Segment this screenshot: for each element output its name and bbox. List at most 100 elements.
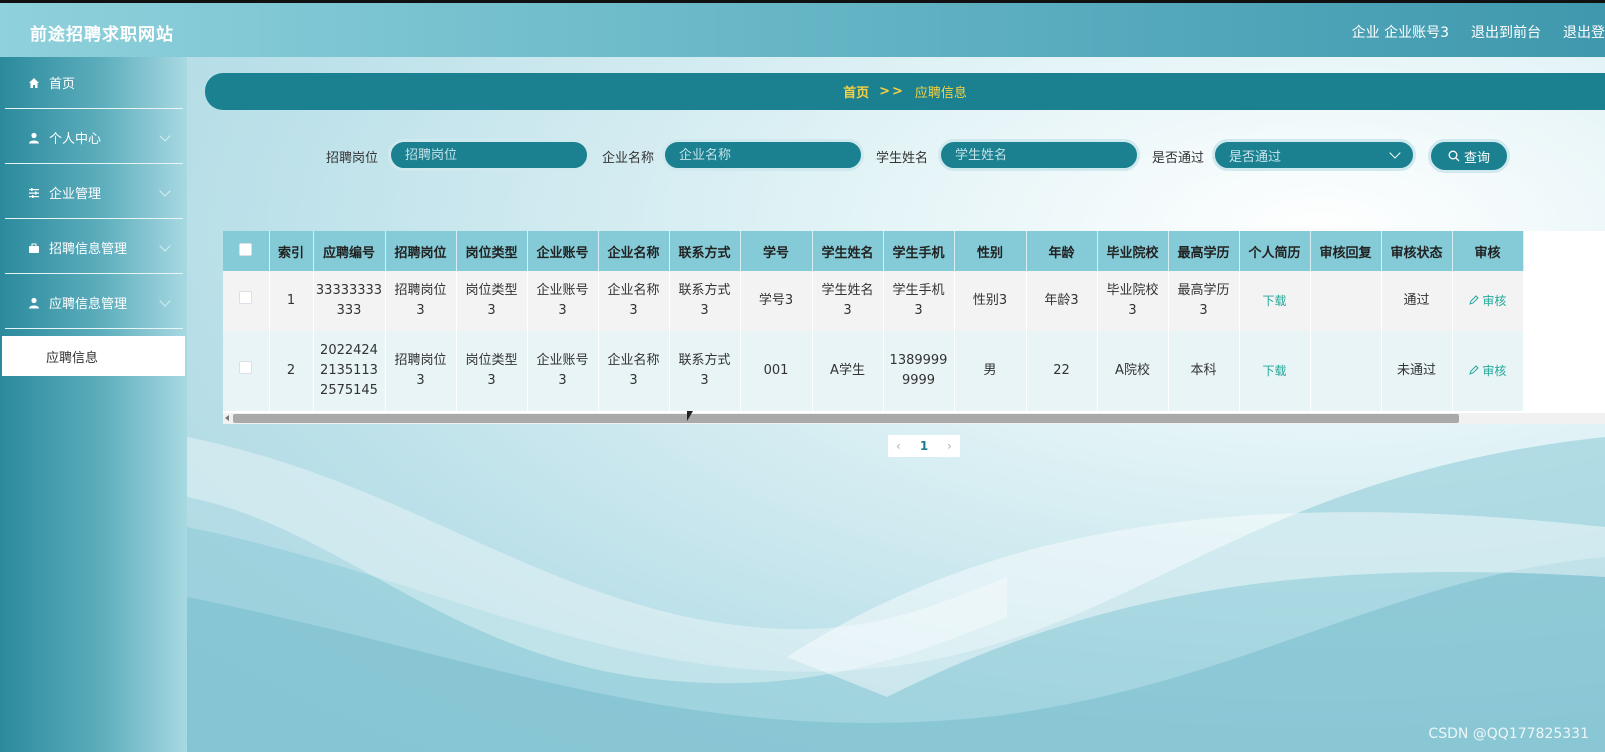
cell-line: 企业账号 bbox=[536, 353, 589, 368]
cell-line: 3 bbox=[416, 303, 425, 318]
select-all-checkbox[interactable] bbox=[239, 242, 253, 256]
audit-button-label: 审核 bbox=[1482, 363, 1507, 378]
current-user: 企业 企业账号3 bbox=[1351, 25, 1449, 41]
sidebar-item-application-management[interactable]: 应聘信息管理 bbox=[5, 277, 183, 329]
index-cell: 1 bbox=[269, 271, 314, 331]
chevron-down-icon bbox=[1389, 147, 1401, 159]
sidebar-item-label: 招聘信息管理 bbox=[49, 242, 128, 257]
cell-line: 9999 bbox=[901, 373, 936, 388]
sliders-icon bbox=[27, 186, 41, 200]
breadcrumb: 首页 >> 应聘信息 bbox=[205, 73, 1605, 110]
job-cell: 招聘岗位 3 bbox=[385, 271, 457, 331]
age-cell: 年龄3 bbox=[1026, 271, 1098, 331]
row-checkbox[interactable] bbox=[239, 361, 253, 374]
school-cell: A院校 bbox=[1097, 331, 1169, 411]
gender-cell: 性别3 bbox=[954, 271, 1027, 331]
row-select-cell bbox=[223, 271, 270, 331]
cell-line: 招聘岗位 bbox=[394, 283, 447, 298]
top-bar: 前途招聘求职网站 企业 企业账号3 退出到前台 退出登 bbox=[0, 0, 1605, 57]
cell-line: 岗位类型 bbox=[465, 283, 518, 298]
page-number-button[interactable]: 1 bbox=[920, 439, 928, 453]
cell-line: 招聘岗位 bbox=[394, 353, 447, 368]
column-header: 索引 bbox=[269, 231, 314, 271]
table-horizontal-scrollbar[interactable] bbox=[223, 413, 1605, 424]
sidebar-item-company-management[interactable]: 企业管理 bbox=[5, 167, 183, 219]
pass-select[interactable]: 是否通过 bbox=[1212, 139, 1416, 171]
column-header: 学生手机 bbox=[883, 231, 955, 271]
cell-line: 企业名称 bbox=[607, 353, 660, 368]
applications-table: 索引 应聘编号 招聘岗位 岗位类型 企业账号 企业名称 联系方式 学号 学生姓名… bbox=[223, 231, 1605, 424]
cell-line: 3 bbox=[487, 303, 496, 318]
prev-page-button[interactable]: ‹ bbox=[896, 439, 901, 453]
resume-cell: 下载 bbox=[1239, 271, 1311, 331]
search-icon bbox=[1448, 150, 1460, 162]
back-to-front-link[interactable]: 退出到前台 bbox=[1471, 22, 1541, 42]
student-no-cell: 学号3 bbox=[740, 271, 813, 331]
audit-button[interactable]: 审核 bbox=[1468, 363, 1507, 378]
cell-line: 3 bbox=[629, 303, 638, 318]
company-input[interactable] bbox=[679, 147, 847, 163]
column-header: 性别 bbox=[954, 231, 1027, 271]
cell-line: 1389999 bbox=[889, 353, 948, 368]
cell-line: 岗位类型 bbox=[465, 353, 518, 368]
cell-line: 3 bbox=[914, 303, 923, 318]
logout-link[interactable]: 退出登 bbox=[1563, 22, 1605, 42]
column-header: 应聘编号 bbox=[313, 231, 386, 271]
cell-line: 3 bbox=[558, 303, 567, 318]
table-row: 2 2022424 2135113 2575145 招聘岗位 3 岗位类型 3 企业账号… bbox=[223, 331, 1524, 411]
column-header: 个人简历 bbox=[1239, 231, 1311, 271]
cell-line: 2022424 bbox=[320, 343, 378, 358]
cell-line: 本科 bbox=[1190, 363, 1217, 378]
student-input[interactable] bbox=[955, 147, 1123, 163]
scroll-left-arrow-icon[interactable] bbox=[225, 415, 229, 421]
next-page-button[interactable]: › bbox=[947, 439, 952, 453]
sidebar-item-home[interactable]: 首页 bbox=[5, 57, 183, 109]
resume-cell: 下载 bbox=[1239, 331, 1311, 411]
job-input[interactable] bbox=[405, 147, 573, 163]
sidebar-subitem-applications[interactable]: 应聘信息 bbox=[2, 336, 185, 376]
cell-line: 3 bbox=[1199, 303, 1208, 318]
type-cell: 岗位类型 3 bbox=[456, 331, 528, 411]
pagination: ‹ 1 › bbox=[888, 435, 960, 457]
audit-button[interactable]: 审核 bbox=[1468, 293, 1507, 308]
reply-cell bbox=[1310, 331, 1382, 411]
cell-line: 3 bbox=[700, 303, 709, 318]
gender-cell: 男 bbox=[954, 331, 1027, 411]
sidebar-item-label: 首页 bbox=[49, 77, 76, 92]
student-name-cell: 学生姓名 3 bbox=[812, 271, 884, 331]
company-label: 企业名称 bbox=[602, 151, 655, 166]
audit-button-label: 审核 bbox=[1482, 293, 1507, 308]
age-cell: 22 bbox=[1026, 331, 1098, 411]
column-header: 审核回复 bbox=[1310, 231, 1382, 271]
edu-cell: 最高学历 3 bbox=[1168, 271, 1240, 331]
cell-line: 联系方式 bbox=[678, 353, 731, 368]
cell-line: 企业账号 bbox=[536, 283, 589, 298]
cell-line: 33333333 bbox=[315, 283, 383, 298]
cell-line: 3 bbox=[558, 373, 567, 388]
cell-line: 学生手机 bbox=[892, 283, 945, 298]
query-button[interactable]: 查询 bbox=[1428, 139, 1510, 173]
breadcrumb-home-link[interactable]: 首页 bbox=[843, 82, 869, 101]
cell-line: A院校 bbox=[1115, 363, 1150, 378]
column-header: 审核 bbox=[1452, 231, 1524, 271]
breadcrumb-current: 应聘信息 bbox=[914, 86, 967, 101]
row-select-cell bbox=[223, 331, 270, 411]
edit-icon bbox=[1468, 364, 1479, 375]
pass-label: 是否通过 bbox=[1152, 151, 1205, 166]
edit-icon bbox=[1468, 294, 1479, 305]
row-checkbox[interactable] bbox=[239, 291, 253, 304]
student-input-wrap bbox=[938, 139, 1140, 171]
contact-cell: 联系方式 3 bbox=[669, 331, 741, 411]
download-resume-link[interactable]: 下载 bbox=[1262, 294, 1286, 308]
index-cell: 2 bbox=[269, 331, 314, 411]
cell-line: 3 bbox=[700, 373, 709, 388]
query-button-label: 查询 bbox=[1463, 150, 1490, 166]
briefcase-icon bbox=[27, 241, 41, 255]
scrollbar-thumb[interactable] bbox=[233, 414, 1459, 423]
column-header: 岗位类型 bbox=[456, 231, 528, 271]
download-resume-link[interactable]: 下载 bbox=[1262, 364, 1286, 378]
edu-cell: 本科 bbox=[1168, 331, 1240, 411]
cell-line: 学生姓名 bbox=[821, 283, 874, 298]
top-nav: 企业 企业账号3 退出到前台 退出登 bbox=[1352, 22, 1605, 42]
sidebar-item-job-info-management[interactable]: 招聘信息管理 bbox=[5, 222, 183, 274]
